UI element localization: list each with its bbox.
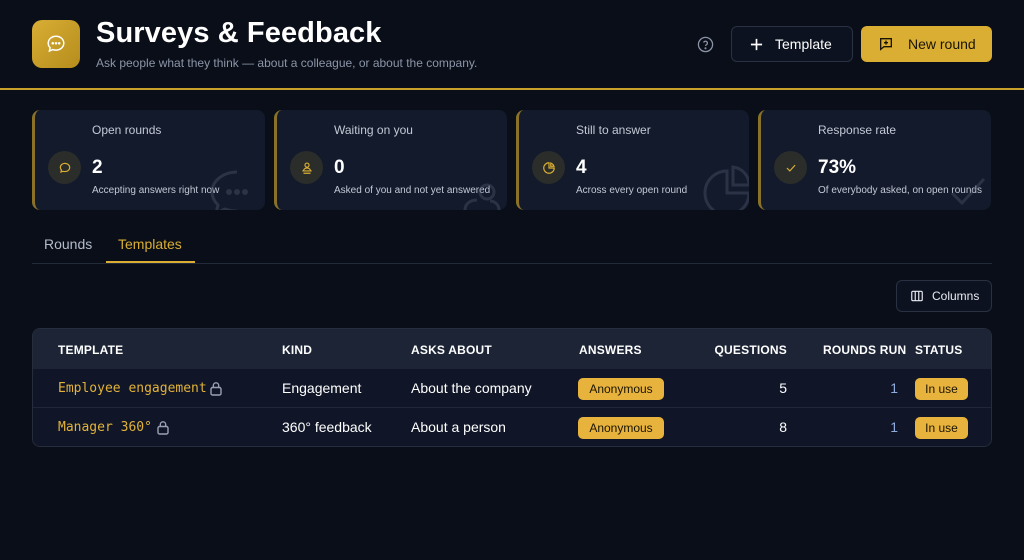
- asks-about-cell: About the company: [411, 380, 532, 396]
- kind-cell: 360° feedback: [282, 419, 372, 435]
- tab-bar: Rounds Templates: [32, 228, 992, 264]
- tab-templates[interactable]: Templates: [118, 236, 182, 252]
- person-inbox-icon: [301, 161, 312, 174]
- stat-icon-wrap: [774, 151, 807, 184]
- stat-value: 4: [576, 157, 587, 178]
- pie-chart-watermark-icon: [703, 165, 749, 210]
- rounds-run-cell: 1: [890, 419, 898, 435]
- templates-table: TEMPLATE KIND ASKS ABOUT ANSWERS QUESTIO…: [32, 328, 992, 447]
- template-name-link[interactable]: Employee engagement: [58, 381, 207, 396]
- chat-bubble-icon: [59, 162, 70, 173]
- lock-icon: [210, 382, 222, 396]
- column-header-template[interactable]: TEMPLATE: [58, 343, 123, 357]
- check-icon: [786, 164, 796, 172]
- page-subtitle: Ask people what they think — about a col…: [96, 56, 478, 70]
- column-header-answers[interactable]: ANSWERS: [579, 343, 642, 357]
- questions-cell: 8: [779, 419, 787, 435]
- lock-icon: [157, 421, 169, 435]
- status-badge: In use: [915, 417, 968, 439]
- stat-icon-wrap: [48, 151, 81, 184]
- add-template-label: Template: [775, 36, 832, 52]
- chat-bubble-watermark-icon: [210, 170, 248, 210]
- stat-card-still-to-answer: Still to answer 4 Across every open roun…: [516, 110, 749, 210]
- stat-label: Waiting on you: [334, 123, 413, 137]
- plus-icon: [750, 38, 763, 50]
- app-logo: [32, 20, 80, 68]
- people-watermark-icon: [463, 183, 501, 210]
- table-row[interactable]: Manager 360° 360° feedback About a perso…: [33, 408, 991, 446]
- stat-label: Response rate: [818, 123, 897, 137]
- column-header-status[interactable]: STATUS: [915, 343, 962, 357]
- stat-card-open-rounds: Open rounds 2 Accepting answers right no…: [32, 110, 265, 210]
- rounds-run-cell: 1: [890, 380, 898, 396]
- help-button[interactable]: [696, 35, 714, 53]
- page-header: Surveys & Feedback Ask people what they …: [0, 0, 1024, 90]
- kind-cell: Engagement: [282, 380, 362, 396]
- stat-label: Open rounds: [92, 123, 162, 137]
- questions-cell: 5: [779, 380, 787, 396]
- help-icon: [697, 36, 713, 52]
- table-row[interactable]: Employee engagement Engagement About the…: [33, 369, 991, 408]
- message-plus-icon: [880, 38, 892, 51]
- check-watermark-icon: [950, 177, 986, 206]
- columns-button[interactable]: Columns: [896, 280, 992, 312]
- answers-badge: Anonymous: [578, 378, 664, 400]
- columns-label: Columns: [932, 289, 980, 303]
- stat-card-response-rate: Response rate 73% Of everybody asked, on…: [758, 110, 991, 210]
- page-title: Surveys & Feedback: [96, 17, 382, 49]
- stat-icon-wrap: [532, 151, 565, 184]
- template-name-link[interactable]: Manager 360°: [58, 420, 152, 435]
- column-header-kind[interactable]: KIND: [282, 343, 312, 357]
- status-badge: In use: [915, 378, 968, 400]
- new-round-button[interactable]: New round: [861, 26, 992, 62]
- chat-bubble-icon: [47, 35, 65, 53]
- stat-value: 2: [92, 157, 103, 178]
- column-header-rounds-run[interactable]: ROUNDS RUN: [823, 343, 906, 357]
- add-template-button[interactable]: Template: [731, 26, 853, 62]
- answers-badge: Anonymous: [578, 417, 664, 439]
- column-header-asks-about[interactable]: ASKS ABOUT: [411, 343, 492, 357]
- pie-chart-icon: [542, 161, 555, 174]
- new-round-label: New round: [908, 36, 976, 52]
- asks-about-cell: About a person: [411, 419, 506, 435]
- columns-icon: [911, 290, 923, 302]
- stat-value: 73%: [818, 157, 857, 178]
- stat-icon-wrap: [290, 151, 323, 184]
- active-tab-indicator: [106, 261, 195, 263]
- stat-label: Still to answer: [576, 123, 651, 137]
- stat-value: 0: [334, 157, 345, 178]
- stat-card-waiting-on-you: Waiting on you 0 Asked of you and not ye…: [274, 110, 507, 210]
- column-header-questions[interactable]: QUESTIONS: [693, 343, 787, 357]
- tab-rounds[interactable]: Rounds: [44, 236, 92, 252]
- table-header: TEMPLATE KIND ASKS ABOUT ANSWERS QUESTIO…: [33, 329, 991, 369]
